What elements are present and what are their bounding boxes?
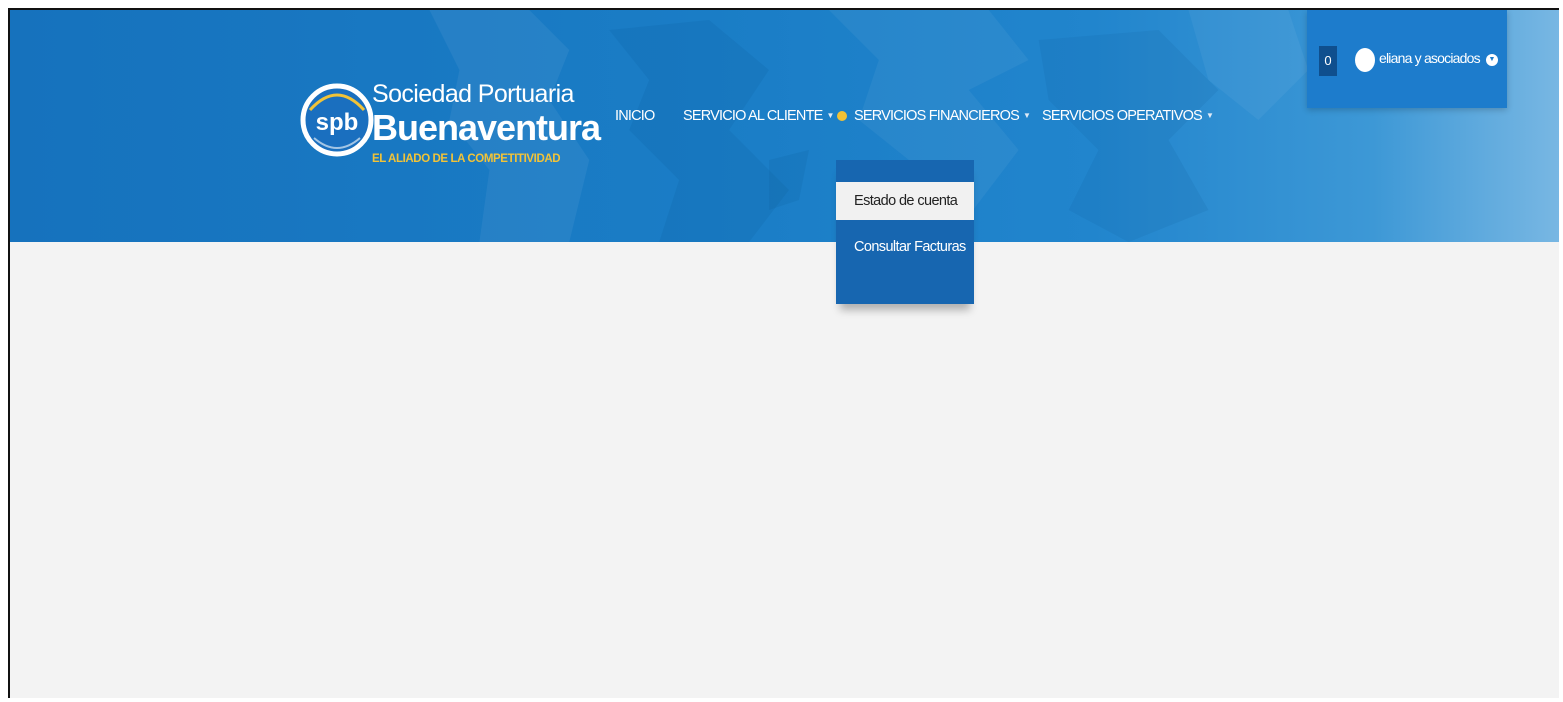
chevron-down-icon[interactable]: ▼ bbox=[1486, 54, 1498, 66]
nav-item-label: INICIO bbox=[615, 108, 655, 124]
header-bar: spb Sociedad Portuaria Buenaventura EL A… bbox=[10, 10, 1559, 242]
badge-text: spb bbox=[316, 109, 359, 136]
nav-item-label: SERVICIO AL CLIENTE bbox=[683, 108, 823, 124]
nav-item-servicio-al-cliente[interactable]: SERVICIO AL CLIENTE ▼ bbox=[683, 106, 834, 126]
active-indicator-icon bbox=[837, 111, 847, 121]
nav-item-label: SERVICIOS FINANCIEROS bbox=[854, 108, 1020, 124]
user-panel: 0 eliana y asociados ▼ bbox=[1307, 10, 1507, 108]
caret-down-icon: ▼ bbox=[1205, 111, 1214, 120]
caret-down-icon: ▼ bbox=[1023, 111, 1031, 120]
spb-emblem-icon: spb bbox=[300, 83, 374, 157]
user-name[interactable]: eliana y asociados bbox=[1379, 50, 1481, 66]
app-frame: spb Sociedad Portuaria Buenaventura EL A… bbox=[8, 8, 1559, 698]
brand-name-line1: Sociedad Portuaria bbox=[372, 80, 574, 108]
financial-services-dropdown: Estado de cuenta Consultar Facturas bbox=[836, 160, 974, 304]
brand-logo[interactable]: spb Sociedad Portuaria Buenaventura EL A… bbox=[300, 40, 601, 200]
brand-name-line2: Buenaventura bbox=[372, 107, 601, 148]
notification-badge[interactable]: 0 bbox=[1319, 46, 1337, 76]
avatar[interactable] bbox=[1355, 48, 1375, 72]
caret-down-icon: ▼ bbox=[826, 111, 835, 120]
menu-item-consultar-facturas[interactable]: Consultar Facturas bbox=[836, 228, 974, 266]
nav-item-label: SERVICIOS OPERATIVOS bbox=[1042, 108, 1203, 124]
nav-item-servicios-financieros[interactable]: SERVICIOS FINANCIEROS ▼ bbox=[837, 106, 1031, 126]
nav-item-inicio[interactable]: INICIO bbox=[615, 106, 655, 126]
brand-tagline: EL ALIADO DE LA COMPETITIVIDAD bbox=[372, 153, 561, 165]
nav-item-servicios-operativos[interactable]: SERVICIOS OPERATIVOS ▼ bbox=[1042, 106, 1214, 126]
main-content bbox=[10, 242, 1559, 698]
menu-item-estado-de-cuenta[interactable]: Estado de cuenta bbox=[836, 182, 974, 220]
